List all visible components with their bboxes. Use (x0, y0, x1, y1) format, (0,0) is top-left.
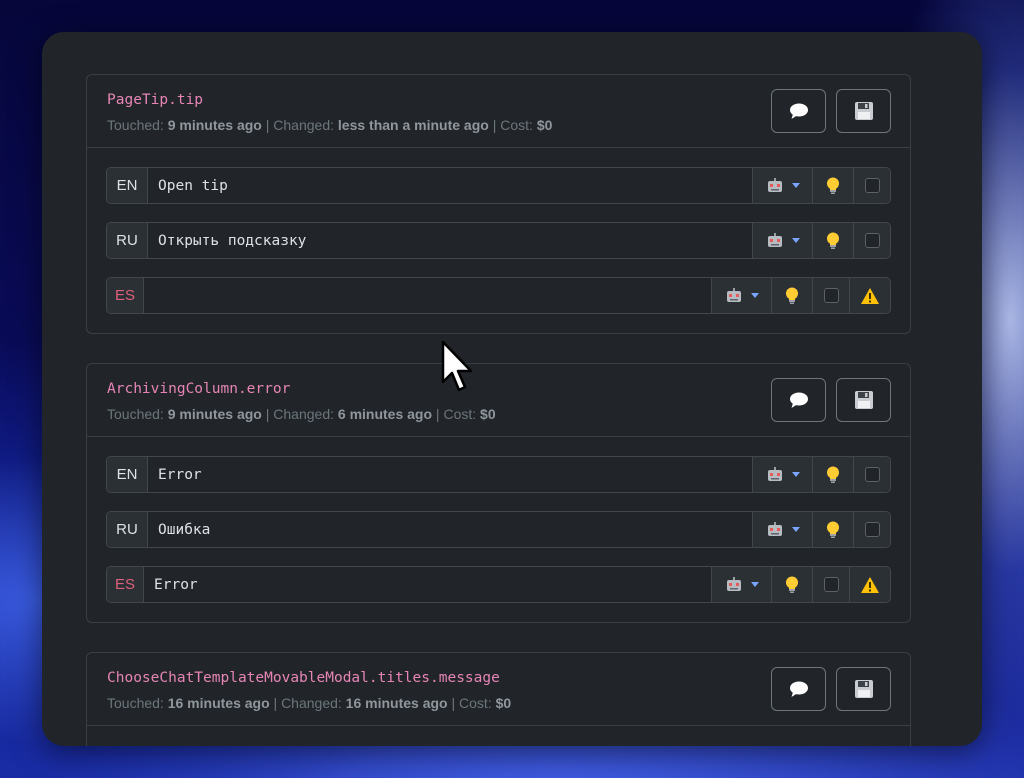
suggest-button[interactable] (812, 168, 853, 203)
translation-input[interactable]: Открыть подсказку (148, 223, 752, 258)
suggest-button[interactable] (812, 457, 853, 492)
save-icon (854, 391, 873, 409)
lightbulb-icon (827, 177, 839, 194)
approve-checkbox[interactable] (823, 577, 839, 592)
entry-header: PageTip.tip Touched: 9 minutes ago | Cha… (87, 75, 910, 148)
auto-translate-dropdown[interactable] (752, 168, 812, 203)
warning-indicator (849, 567, 890, 602)
save-icon (854, 102, 873, 120)
comment-button[interactable] (771, 89, 826, 133)
lightbulb-icon (827, 466, 839, 483)
comment-button[interactable] (771, 378, 826, 422)
auto-translate-dropdown[interactable] (752, 512, 812, 547)
translation-row-en: EN Open tip (106, 167, 891, 204)
robot-icon (767, 521, 782, 536)
approve-checkbox[interactable] (823, 288, 839, 303)
save-icon (854, 680, 873, 698)
robot-icon (767, 177, 782, 192)
chevron-down-icon (791, 527, 800, 532)
auto-translate-dropdown[interactable] (752, 457, 812, 492)
translation-input[interactable]: Error (148, 457, 752, 492)
translation-row-ru: RU Ошибка (106, 511, 891, 548)
entry-card: ChooseChatTemplateMovableModal.titles.me… (86, 652, 911, 746)
entry-header: ChooseChatTemplateMovableModal.titles.me… (87, 653, 910, 726)
entry-header: ArchivingColumn.error Touched: 9 minutes… (87, 364, 910, 437)
approve-checkbox-cell (812, 278, 849, 313)
approve-checkbox[interactable] (864, 522, 880, 537)
chevron-down-icon (791, 183, 800, 188)
comment-icon (789, 392, 808, 408)
suggest-button[interactable] (771, 567, 812, 602)
auto-translate-dropdown[interactable] (752, 223, 812, 258)
save-button[interactable] (836, 89, 891, 133)
lang-label: ES (107, 567, 144, 602)
chevron-down-icon (791, 472, 800, 477)
translation-row-es: ES (106, 277, 891, 314)
comment-icon (789, 103, 808, 119)
approve-checkbox[interactable] (864, 467, 880, 482)
auto-translate-dropdown[interactable] (711, 567, 771, 602)
suggest-button[interactable] (771, 278, 812, 313)
approve-checkbox-cell (853, 512, 890, 547)
translation-input[interactable]: Open tip (148, 168, 752, 203)
lang-label: RU (107, 512, 148, 547)
translation-row-es: ES Error (106, 566, 891, 603)
entry-card: ArchivingColumn.error Touched: 9 minutes… (86, 363, 911, 623)
lang-label: RU (107, 223, 148, 258)
mouse-cursor-icon (441, 340, 473, 392)
lang-label: EN (107, 457, 148, 492)
robot-icon (726, 287, 741, 302)
auto-translate-dropdown[interactable] (711, 278, 771, 313)
translation-input[interactable]: Error (144, 567, 711, 602)
robot-icon (767, 232, 782, 247)
suggest-button[interactable] (812, 512, 853, 547)
approve-checkbox-cell (812, 567, 849, 602)
approve-checkbox-cell (853, 457, 890, 492)
lang-label: EN (107, 168, 148, 203)
approve-checkbox-cell (853, 223, 890, 258)
approve-checkbox-cell (853, 168, 890, 203)
lightbulb-icon (786, 287, 798, 304)
warning-icon (861, 576, 879, 593)
lightbulb-icon (786, 576, 798, 593)
translation-input[interactable] (144, 278, 711, 313)
chevron-down-icon (750, 582, 759, 587)
approve-checkbox[interactable] (864, 178, 880, 193)
warning-indicator (849, 278, 890, 313)
translation-window: PageTip.tip Touched: 9 minutes ago | Cha… (42, 32, 982, 746)
entries-list[interactable]: PageTip.tip Touched: 9 minutes ago | Cha… (86, 74, 911, 746)
save-button[interactable] (836, 667, 891, 711)
lightbulb-icon (827, 232, 839, 249)
translation-row-en: EN Error (106, 456, 891, 493)
entry-card: PageTip.tip Touched: 9 minutes ago | Cha… (86, 74, 911, 334)
lang-label: ES (107, 278, 144, 313)
warning-icon (861, 287, 879, 304)
suggest-button[interactable] (812, 223, 853, 258)
save-button[interactable] (836, 378, 891, 422)
robot-icon (726, 576, 741, 591)
translation-input[interactable]: Ошибка (148, 512, 752, 547)
lightbulb-icon (827, 521, 839, 538)
chevron-down-icon (750, 293, 759, 298)
robot-icon (767, 466, 782, 481)
translation-row-ru: RU Открыть подсказку (106, 222, 891, 259)
comment-icon (789, 681, 808, 697)
comment-button[interactable] (771, 667, 826, 711)
chevron-down-icon (791, 238, 800, 243)
approve-checkbox[interactable] (864, 233, 880, 248)
